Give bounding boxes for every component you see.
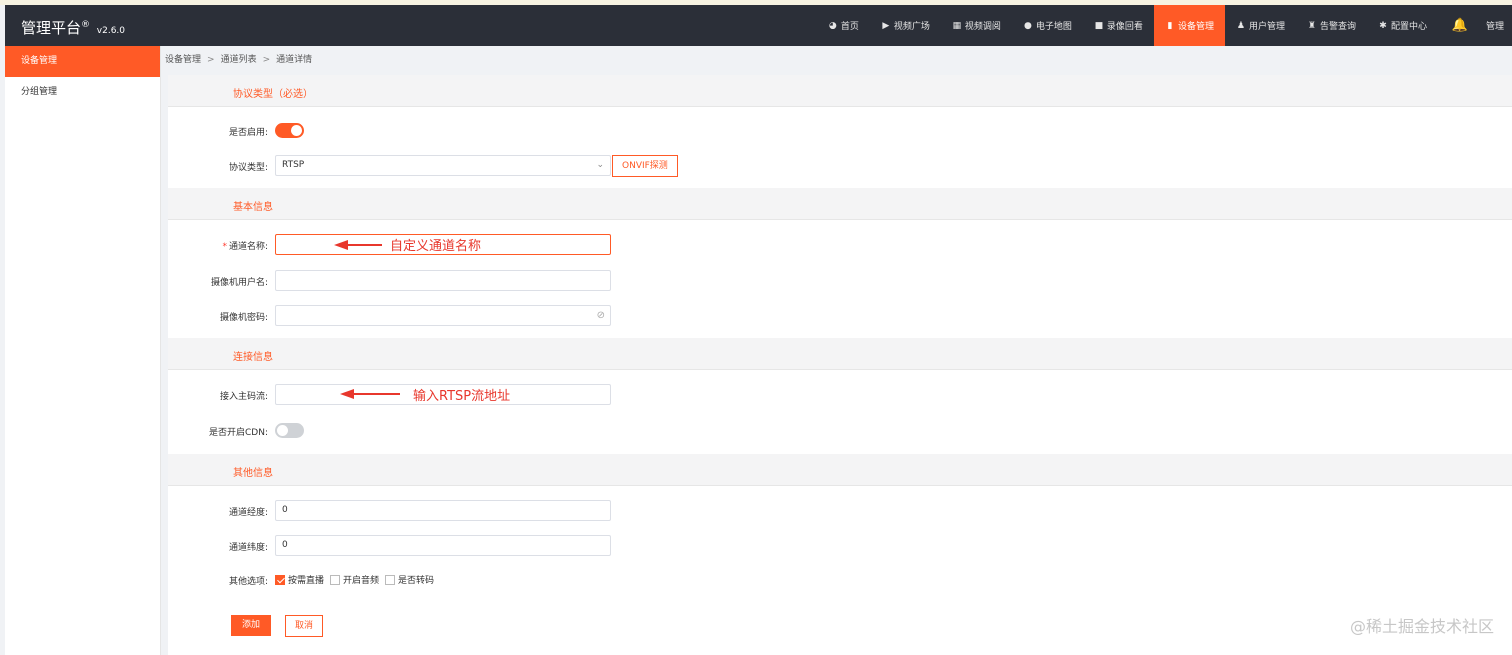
sidebar-item-group-management[interactable]: 分组管理: [5, 77, 160, 108]
protocol-selected-value: RTSP: [282, 160, 305, 170]
channel-name-hint: 自定义通道名称: [390, 239, 482, 254]
channel-detail-form: 协议类型（必选） 是否启用: 协议类型: RTSP ⌄ ONVIF探测 基本信息…: [168, 75, 1512, 655]
protocol-select[interactable]: RTSP ⌄: [275, 155, 611, 176]
user-icon: ♟: [1236, 20, 1245, 31]
play-circle-icon: ▶: [882, 20, 890, 31]
option-label: 是否转码: [398, 576, 435, 586]
section-header-protocol: 协议类型（必选）: [168, 75, 1512, 107]
nav-item-map[interactable]: ● 电子地图: [1012, 5, 1083, 46]
option-transcode[interactable]: 是否转码: [385, 573, 434, 586]
option-on-demand-live[interactable]: 按需直播: [275, 573, 324, 586]
bell-icon: 🔔: [1451, 18, 1469, 33]
longitude-input[interactable]: 0: [275, 500, 611, 521]
alarm-icon: ♜: [1307, 20, 1316, 31]
add-button[interactable]: 添加: [231, 615, 272, 636]
checkbox-checked[interactable]: [275, 574, 285, 585]
top-navbar: 管理平台® v2.6.0 ◕ 首页 ▶ 视频广场 ▦ 视频调阅 ● 电子地图 ■…: [5, 5, 1512, 46]
breadcrumb-separator: >: [262, 55, 271, 65]
breadcrumb-item-current: 通道详情: [276, 55, 313, 65]
nav-item-label: 首页: [840, 22, 859, 32]
sidebar-item-device-management[interactable]: 设备管理: [5, 46, 160, 77]
nav-item-label: 告警查询: [1319, 22, 1356, 32]
camera-username-input[interactable]: [275, 270, 611, 291]
eye-off-icon[interactable]: ⊘: [597, 306, 605, 325]
camera-password-label: 摄像机密码:: [219, 313, 268, 323]
nav-item-label: 视频调阅: [964, 22, 1001, 32]
registered-mark: ®: [81, 20, 91, 30]
gear-icon: ✱: [1379, 20, 1387, 31]
table-icon: ▦: [952, 20, 962, 31]
section-title: 连接信息: [233, 352, 273, 363]
camera-username-label: 摄像机用户名:: [210, 278, 268, 288]
section-title: 其他信息: [233, 468, 273, 479]
sidebar: 设备管理 分组管理: [5, 46, 161, 655]
other-options-group: 按需直播 开启音频 是否转码: [275, 573, 440, 586]
device-icon: ▮: [1167, 20, 1173, 31]
breadcrumb-item[interactable]: 通道列表: [221, 55, 257, 65]
longitude-label: 通道经度:: [228, 508, 268, 518]
enabled-label: 是否启用:: [228, 128, 268, 138]
nav-item-video-square[interactable]: ▶ 视频广场: [870, 5, 941, 46]
other-options-label: 其他选项:: [228, 577, 268, 587]
nav-item-alarm-query[interactable]: ♜ 告警查询: [1296, 5, 1367, 46]
channel-name-label: * 通道名称:: [168, 239, 268, 252]
nav-item-label: 录像回看: [1106, 22, 1143, 32]
chevron-down-icon: ⌄: [596, 160, 604, 170]
admin-label: 管理: [1486, 22, 1505, 32]
section-title: 协议类型（必选）: [233, 89, 313, 100]
checkbox-unchecked[interactable]: [330, 574, 341, 585]
app-brand[interactable]: 管理平台® v2.6.0: [21, 17, 125, 38]
section-header-connection: 连接信息: [168, 338, 1512, 370]
breadcrumb: 设备管理 > 通道列表 > 通道详情: [165, 50, 312, 70]
nav-item-label: 配置中心: [1390, 22, 1427, 32]
nav-item-label: 电子地图: [1035, 22, 1072, 32]
notification-button[interactable]: 🔔: [1438, 5, 1482, 46]
nav-item-playback[interactable]: ■ 录像回看: [1083, 5, 1154, 46]
rtsp-hint: 输入RTSP流地址: [413, 389, 511, 404]
map-marker-icon: ●: [1023, 20, 1032, 31]
breadcrumb-item[interactable]: 设备管理: [165, 55, 201, 65]
cdn-label: 是否开启CDN:: [209, 428, 268, 438]
cdn-toggle[interactable]: [275, 423, 304, 438]
main-stream-label: 接入主码流:: [219, 392, 268, 402]
protocol-label: 协议类型:: [228, 163, 268, 173]
latitude-label: 通道纬度:: [228, 543, 268, 553]
checkbox-unchecked[interactable]: [385, 574, 396, 585]
nav-item-label: 用户管理: [1248, 22, 1285, 32]
required-mark: *: [222, 242, 227, 252]
dashboard-icon: ◕: [828, 20, 837, 31]
nav-item-user-management[interactable]: ♟ 用户管理: [1225, 5, 1296, 46]
section-title: 基本信息: [233, 202, 273, 213]
camera-password-input[interactable]: ⊘: [275, 305, 611, 326]
nav-item-label: 设备管理: [1177, 22, 1214, 32]
main-nav: ◕ 首页 ▶ 视频广场 ▦ 视频调阅 ● 电子地图 ■ 录像回看 ▮ 设备管理 …: [817, 5, 1512, 46]
latitude-input[interactable]: 0: [275, 535, 611, 556]
nav-item-device-management[interactable]: ▮ 设备管理: [1153, 5, 1225, 46]
annotation-arrow: [340, 389, 400, 399]
onvif-probe-button[interactable]: ONVIF探测: [612, 155, 678, 177]
app-title: 管理平台: [21, 19, 82, 37]
nav-item-label: 视频广场: [893, 22, 930, 32]
option-label: 按需直播: [288, 576, 325, 586]
option-label: 开启音频: [343, 576, 380, 586]
cancel-button[interactable]: 取消: [285, 615, 324, 637]
channel-name-label-text: 通道名称:: [228, 242, 268, 252]
admin-menu[interactable]: 管理: [1482, 5, 1512, 46]
enabled-toggle[interactable]: [275, 123, 304, 138]
section-header-other: 其他信息: [168, 454, 1512, 486]
section-header-basic: 基本信息: [168, 188, 1512, 220]
nav-item-config-center[interactable]: ✱ 配置中心: [1367, 5, 1438, 46]
option-enable-audio[interactable]: 开启音频: [330, 573, 379, 586]
toggle-knob: [291, 125, 302, 136]
annotation-arrow: [334, 240, 382, 250]
breadcrumb-separator: >: [207, 55, 215, 65]
watermark: @稀土掘金技术社区: [1349, 617, 1494, 636]
app-version: v2.6.0: [96, 26, 126, 36]
nav-item-video-review[interactable]: ▦ 视频调阅: [941, 5, 1012, 46]
toggle-knob: [277, 425, 288, 436]
video-camera-icon: ■: [1094, 20, 1104, 31]
nav-item-home[interactable]: ◕ 首页: [817, 5, 870, 46]
